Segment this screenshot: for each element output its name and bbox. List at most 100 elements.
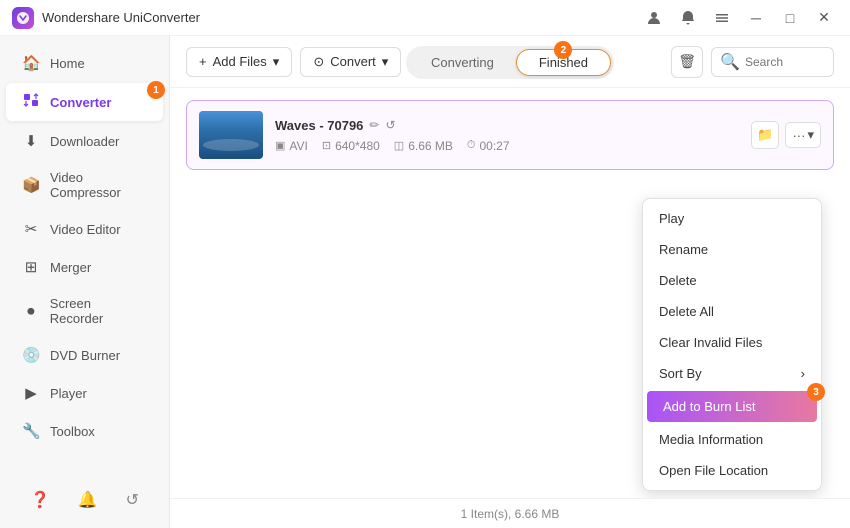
downloader-icon: ⬇: [22, 132, 40, 150]
format-icon: ▣: [275, 139, 285, 152]
sidebar-item-home[interactable]: 🏠 Home: [6, 45, 163, 81]
convert-label: Convert: [330, 54, 376, 69]
converter-icon: [22, 92, 40, 112]
file-info: Waves - 70796 ✏ ↺ ▣ AVI ⊡ 640*480: [275, 118, 739, 153]
file-name: Waves - 70796: [275, 118, 363, 133]
size-meta: ◫ 6.66 MB: [394, 139, 453, 153]
titlebar: Wondershare UniConverter ─ □ ✕: [0, 0, 850, 36]
refresh-file-icon[interactable]: ↺: [385, 118, 395, 132]
sidebar-label-player: Player: [50, 386, 87, 401]
add-files-button[interactable]: + Add Files ▾: [186, 47, 292, 77]
player-icon: ▶: [22, 384, 40, 402]
toolbar: + Add Files ▾ ⊙ Convert ▾ Converting Fin…: [170, 36, 850, 88]
ctx-open-location[interactable]: Open File Location: [643, 455, 821, 486]
video-editor-icon: ✂: [22, 220, 40, 238]
more-button[interactable]: ··· ▾: [785, 122, 821, 148]
toolbar-right: 🗑 🔍: [671, 46, 834, 78]
folder-button[interactable]: 📁: [751, 121, 779, 149]
file-actions: 📁 ··· ▾: [751, 121, 821, 149]
search-input[interactable]: [745, 55, 825, 69]
tab-converting[interactable]: Converting: [409, 50, 516, 75]
titlebar-left: Wondershare UniConverter: [12, 7, 200, 29]
content-area: + Add Files ▾ ⊙ Convert ▾ Converting Fin…: [170, 36, 850, 528]
context-menu: Play Rename Delete Delete All Clear Inva…: [642, 198, 822, 491]
convert-icon: ⊙: [313, 54, 324, 70]
sidebar-label-video-compressor: Video Compressor: [50, 170, 147, 200]
minimize-icon[interactable]: ─: [742, 4, 770, 32]
format-meta: ▣ AVI: [275, 139, 308, 153]
ctx-sort-by-arrow: ›: [801, 366, 805, 381]
sidebar-item-downloader[interactable]: ⬇ Downloader: [6, 123, 163, 159]
titlebar-controls: ─ □ ✕: [640, 4, 838, 32]
user-icon[interactable]: [640, 4, 668, 32]
more-dots: ···: [792, 128, 805, 143]
sidebar-item-converter[interactable]: Converter 1: [6, 83, 163, 121]
ctx-media-info[interactable]: Media Information: [643, 424, 821, 455]
ctx-play[interactable]: Play: [643, 203, 821, 234]
ctx-delete-label: Delete: [659, 273, 697, 288]
ctx-delete[interactable]: Delete: [643, 265, 821, 296]
ctx-add-burn-label: Add to Burn List: [663, 399, 756, 414]
file-resolution: 640*480: [335, 139, 380, 153]
sidebar-label-dvd-burner: DVD Burner: [50, 348, 120, 363]
sidebar: 🏠 Home Converter 1 ⬇ Downloader 📦 Video …: [0, 36, 170, 528]
ctx-media-info-label: Media Information: [659, 432, 763, 447]
search-icon: 🔍: [720, 52, 740, 72]
waves-preview: [199, 111, 263, 159]
edit-icon[interactable]: ✏: [369, 118, 379, 132]
ctx-clear-invalid[interactable]: Clear Invalid Files: [643, 327, 821, 358]
toolbox-icon: 🔧: [22, 422, 40, 440]
sidebar-item-dvd-burner[interactable]: 💿 DVD Burner: [6, 337, 163, 373]
convert-button[interactable]: ⊙ Convert ▾: [300, 47, 401, 77]
statusbar: 1 Item(s), 6.66 MB: [170, 498, 850, 528]
ctx-add-burn-list[interactable]: Add to Burn List: [647, 391, 817, 422]
help-icon[interactable]: ❓: [30, 490, 50, 510]
sidebar-item-video-compressor[interactable]: 📦 Video Compressor: [6, 161, 163, 209]
sidebar-spacer: [0, 450, 169, 480]
resolution-icon: ⊡: [322, 139, 331, 152]
tabs-container: Converting Finished 2: [406, 46, 614, 79]
close-icon[interactable]: ✕: [810, 4, 838, 32]
refresh-icon[interactable]: ↺: [126, 490, 139, 510]
file-size: 6.66 MB: [408, 139, 453, 153]
file-thumbnail: [199, 111, 263, 159]
app-logo: [12, 7, 34, 29]
ctx-delete-all-label: Delete All: [659, 304, 714, 319]
ctx-delete-all[interactable]: Delete All: [643, 296, 821, 327]
finished-tab-badge: 2: [554, 41, 572, 59]
merger-icon: ⊞: [22, 258, 40, 276]
add-chevron-icon: ▾: [273, 54, 280, 70]
sidebar-label-downloader: Downloader: [50, 134, 119, 149]
file-format: AVI: [289, 139, 307, 153]
sidebar-label-toolbox: Toolbox: [50, 424, 95, 439]
ctx-add-burn-wrapper: Add to Burn List 3: [643, 391, 821, 422]
more-chevron: ▾: [807, 127, 814, 143]
sidebar-item-merger[interactable]: ⊞ Merger: [6, 249, 163, 285]
ctx-rename-label: Rename: [659, 242, 708, 257]
sidebar-item-toolbox[interactable]: 🔧 Toolbox: [6, 413, 163, 449]
ctx-rename[interactable]: Rename: [643, 234, 821, 265]
bell-icon[interactable]: [674, 4, 702, 32]
sidebar-item-screen-recorder[interactable]: ⏺ Screen Recorder: [6, 287, 163, 335]
file-meta: ▣ AVI ⊡ 640*480 ◫ 6.66 MB ⏱: [275, 139, 739, 153]
add-icon: +: [199, 54, 207, 69]
file-list: Waves - 70796 ✏ ↺ ▣ AVI ⊡ 640*480: [170, 88, 850, 498]
trash-button[interactable]: 🗑: [671, 46, 703, 78]
ctx-sort-by[interactable]: Sort By ›: [643, 358, 821, 389]
file-name-row: Waves - 70796 ✏ ↺: [275, 118, 739, 133]
sidebar-label-converter: Converter: [50, 95, 111, 110]
size-icon: ◫: [394, 139, 404, 152]
sidebar-item-player[interactable]: ▶ Player: [6, 375, 163, 411]
maximize-icon[interactable]: □: [776, 4, 804, 32]
notification-icon[interactable]: 🔔: [78, 490, 98, 510]
sidebar-label-video-editor: Video Editor: [50, 222, 121, 237]
sidebar-label-merger: Merger: [50, 260, 91, 275]
duration-icon: ⏱: [467, 139, 476, 152]
ctx-open-location-label: Open File Location: [659, 463, 768, 478]
ctx-play-label: Play: [659, 211, 684, 226]
ctx-sort-by-label: Sort By: [659, 366, 702, 381]
sidebar-item-video-editor[interactable]: ✂ Video Editor: [6, 211, 163, 247]
menu-icon[interactable]: [708, 4, 736, 32]
main-layout: 🏠 Home Converter 1 ⬇ Downloader 📦 Video …: [0, 36, 850, 528]
video-compressor-icon: 📦: [22, 176, 40, 194]
